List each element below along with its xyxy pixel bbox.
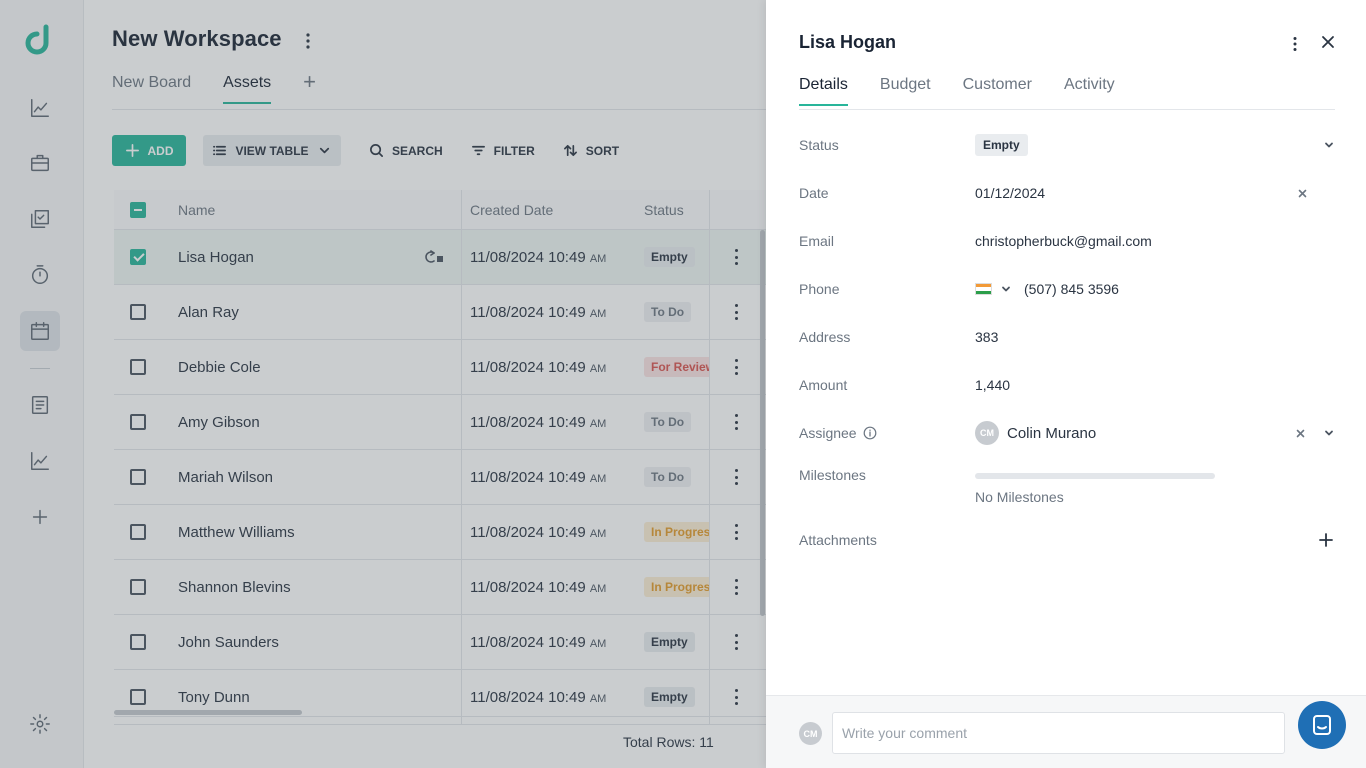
india-flag-icon[interactable] <box>975 283 992 295</box>
date-input[interactable]: 01/12/2024 <box>975 185 1298 201</box>
field-address: Address 383 <box>799 324 1335 350</box>
clear-date-icon[interactable] <box>1298 189 1307 198</box>
field-date: Date 01/12/2024 <box>799 180 1335 206</box>
comment-bar: CM <box>766 695 1366 768</box>
detail-panel: Lisa Hogan Details Budget Customer Activ… <box>766 0 1366 768</box>
avatar: CM <box>799 722 822 745</box>
avatar: CM <box>975 421 999 445</box>
tab-customer[interactable]: Customer <box>963 76 1032 106</box>
field-attachments: Attachments <box>799 527 1335 553</box>
panel-more-icon[interactable] <box>1292 36 1298 52</box>
field-status: Status Empty <box>799 132 1335 158</box>
panel-tabs-divider <box>799 109 1335 110</box>
add-attachment-icon[interactable] <box>1319 533 1333 547</box>
clear-assignee-icon[interactable] <box>1296 429 1305 438</box>
email-input[interactable]: christopherbuck@gmail.com <box>975 233 1335 249</box>
field-phone: Phone (507) 845 3596 <box>799 281 1119 297</box>
chevron-down-icon[interactable] <box>1323 427 1335 439</box>
panel-title: Lisa Hogan <box>799 32 897 52</box>
chevron-down-icon[interactable] <box>1000 283 1012 295</box>
field-assignee: Assignee CM Colin Murano <box>799 420 1335 446</box>
comment-input[interactable] <box>832 712 1285 754</box>
chevron-down-icon[interactable] <box>1323 139 1335 151</box>
assignee-select[interactable]: Colin Murano <box>1007 425 1096 442</box>
phone-input[interactable]: (507) 845 3596 <box>1024 281 1119 297</box>
field-amount: Amount 1,440 <box>799 372 1335 398</box>
close-icon[interactable] <box>1321 35 1335 49</box>
status-select[interactable]: Empty <box>975 134 1028 156</box>
tab-details[interactable]: Details <box>799 76 848 106</box>
info-icon[interactable] <box>863 426 877 440</box>
amount-input[interactable]: 1,440 <box>975 377 1335 393</box>
milestones-progress <box>975 473 1215 479</box>
field-milestones: Milestones No Milestones <box>799 464 1335 510</box>
milestones-empty-text: No Milestones <box>975 489 1064 505</box>
panel-tabs: Details Budget Customer Activity <box>799 76 1115 106</box>
chat-button[interactable] <box>1298 701 1346 749</box>
chat-icon <box>1313 715 1331 735</box>
address-input[interactable]: 383 <box>975 329 1335 345</box>
tab-activity[interactable]: Activity <box>1064 76 1115 106</box>
modal-overlay[interactable] <box>0 0 766 768</box>
tab-budget[interactable]: Budget <box>880 76 931 106</box>
field-email: Email christopherbuck@gmail.com <box>799 228 1335 254</box>
